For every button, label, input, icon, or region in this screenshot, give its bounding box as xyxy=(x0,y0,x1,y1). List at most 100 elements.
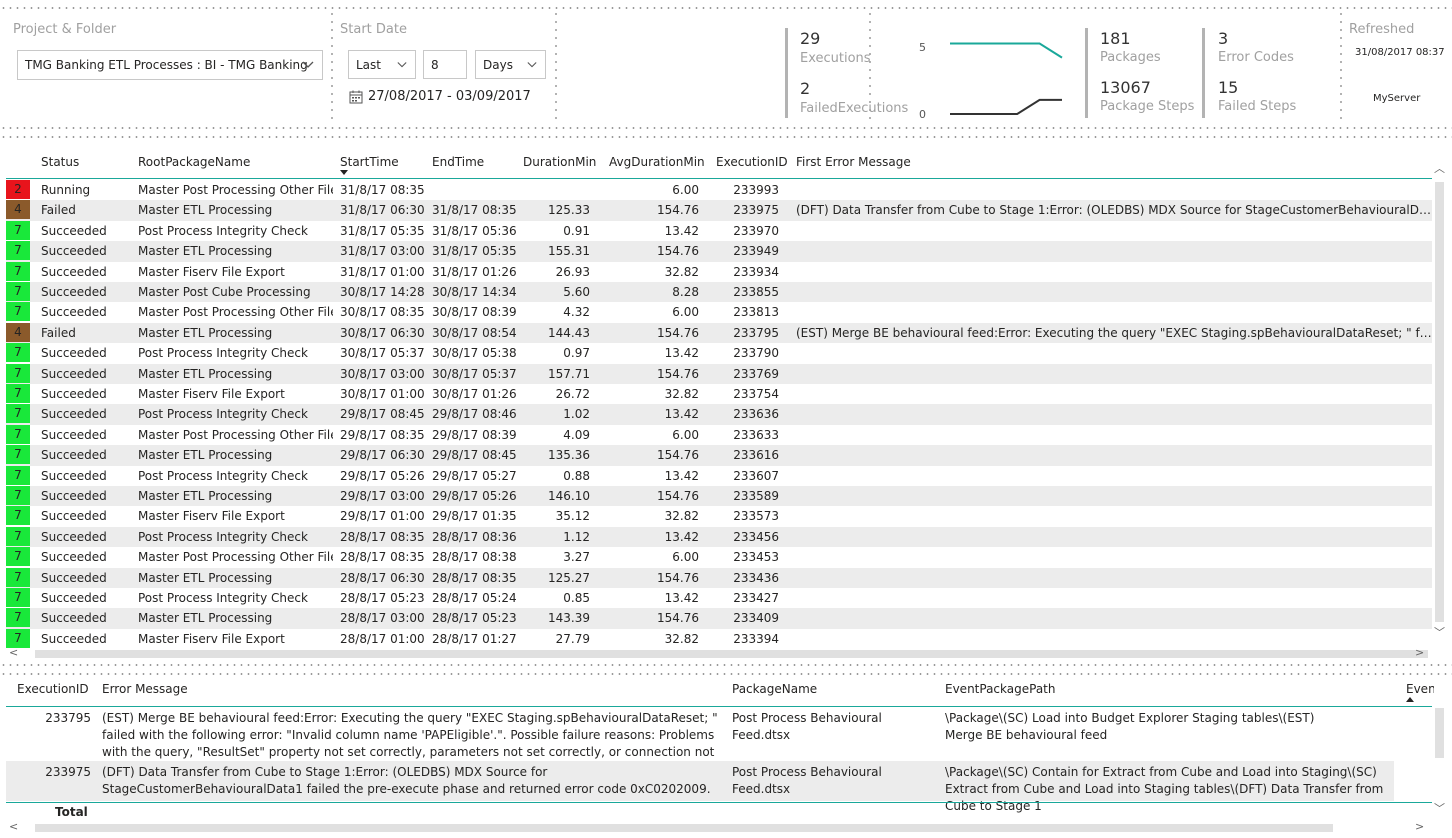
col-header-status[interactable]: Status xyxy=(41,155,79,169)
relative-count-input[interactable]: 8 xyxy=(423,50,467,79)
table-row[interactable]: 7 Succeeded Master Post Processing Other F… xyxy=(6,424,1432,445)
table-row[interactable]: 7 Succeeded Master Post Processing Other F… xyxy=(6,302,1432,322)
table-row[interactable]: 7 Succeeded Master ETL Processing 28/8/17 0… xyxy=(6,567,1432,588)
chevron-down-icon xyxy=(397,61,407,67)
col-header-error-message[interactable]: Error Message xyxy=(102,682,188,696)
relative-mode-value: Last xyxy=(356,57,381,72)
cell-first-error xyxy=(796,282,1432,302)
chevron-down-icon xyxy=(302,61,314,68)
table-row[interactable]: 7 Succeeded Master Fiserv File Export 30/8/… xyxy=(6,384,1432,404)
spark-top-tick: 5 xyxy=(919,41,926,54)
table-row[interactable]: 7 Succeeded Master ETL Processing 28/8/17 0… xyxy=(6,608,1432,629)
col-header-end-time[interactable]: EndTime xyxy=(432,155,484,169)
cell-event-package-path: \Package\(SC) Contain for Extract from C… xyxy=(945,765,1384,813)
scroll-down-icon[interactable]: ﹀ xyxy=(1434,800,1445,816)
horizontal-scrollbar[interactable] xyxy=(35,650,1428,658)
cell-duration xyxy=(516,180,590,200)
cell-execution-id: 233409 xyxy=(733,611,779,626)
col-header-execution-id[interactable]: ExecutionID xyxy=(17,682,89,696)
table-row[interactable]: 7 Succeeded Post Process Integrity Check 28… xyxy=(6,588,1432,608)
table-row[interactable]: 4 Failed Master ETL Processing 31/8/17 06:3… xyxy=(6,200,1432,221)
table-row[interactable]: 7 Succeeded Master ETL Processing 29/8/17 0… xyxy=(6,445,1432,466)
cell-execution-id: 233790 xyxy=(733,346,779,361)
chevron-down-icon xyxy=(527,61,537,67)
cell-start-time: 28/8/17 05:23 xyxy=(340,591,425,605)
table-row[interactable]: 4 Failed Master ETL Processing 30/8/17 06:3… xyxy=(6,322,1432,344)
vertical-scrollbar[interactable] xyxy=(1435,182,1444,622)
cell-first-error xyxy=(796,547,1432,567)
col-header-duration[interactable]: DurationMin xyxy=(523,155,596,169)
failed-steps-label: Failed Steps xyxy=(1218,99,1297,114)
col-header-execution-id[interactable]: ExecutionID xyxy=(716,155,788,169)
col-header-first-error[interactable]: First Error Message xyxy=(796,155,911,169)
cell-duration: 143.39 xyxy=(548,611,590,626)
scroll-up-icon[interactable]: ︿ xyxy=(1434,160,1445,176)
relative-mode-dropdown[interactable]: Last xyxy=(348,50,416,79)
table-row[interactable]: 7 Succeeded Post Process Integrity Check 30… xyxy=(6,343,1432,363)
cell-status: Succeeded xyxy=(41,366,107,381)
cell-duration: 26.93 xyxy=(555,264,590,279)
cell-execution-id: 233607 xyxy=(733,468,779,483)
cell-end-time: 28/8/17 05:23 xyxy=(432,611,517,626)
table-row[interactable]: 233795 (EST) Merge BE behavioural feed:E… xyxy=(6,708,1394,776)
cell-status: Succeeded xyxy=(41,264,107,279)
cell-status: Succeeded xyxy=(41,407,107,422)
status-code-badge: 7 xyxy=(6,282,30,301)
table-row[interactable]: 7 Succeeded Post Process Integrity Check 31… xyxy=(6,220,1432,241)
cell-status: Succeeded xyxy=(41,468,107,483)
col-header-event-package-path[interactable]: EventPackagePath xyxy=(945,682,1055,696)
cell-execution-id: 233589 xyxy=(733,489,779,503)
cell-avg-duration: 6.00 xyxy=(672,550,699,565)
table-row[interactable]: 7 Succeeded Post Process Integrity Check 29… xyxy=(6,465,1432,486)
table-row[interactable]: 7 Succeeded Master ETL Processing 29/8/17 0… xyxy=(6,486,1432,507)
cell-end-time: 31/8/17 05:35 xyxy=(432,244,517,259)
col-header-root-package[interactable]: RootPackageName xyxy=(138,155,250,169)
scroll-right-icon[interactable]: > xyxy=(1415,820,1424,833)
scroll-left-icon[interactable]: < xyxy=(9,646,18,659)
status-code-badge: 7 xyxy=(6,404,30,424)
col-header-event[interactable]: Event xyxy=(1406,682,1434,696)
cell-start-time: 28/8/17 08:35 xyxy=(340,550,425,565)
scroll-right-icon[interactable]: > xyxy=(1415,646,1424,659)
table-row[interactable]: 7 Succeeded Post Process Integrity Check 28… xyxy=(6,526,1432,548)
cell-duration: 0.85 xyxy=(563,591,590,605)
cell-duration: 4.32 xyxy=(563,305,590,320)
cell-root-package: Master Post Cube Processing xyxy=(138,285,311,299)
table-row[interactable]: 7 Succeeded Master Fiserv File Export 31/8/… xyxy=(6,261,1432,282)
scroll-left-icon[interactable]: < xyxy=(9,820,18,833)
cell-start-time: 28/8/17 01:00 xyxy=(340,631,425,646)
col-header-package-name[interactable]: PackageName xyxy=(732,682,817,696)
cell-first-error xyxy=(796,343,1432,363)
cell-first-error xyxy=(796,486,1432,506)
horizontal-scrollbar[interactable] xyxy=(35,824,1333,832)
cell-error-message: (DFT) Data Transfer from Cube to Stage 1… xyxy=(102,765,711,796)
cell-avg-duration: 154.76 xyxy=(657,366,699,381)
table-row[interactable]: 7 Succeeded Master Post Cube Processing 30/… xyxy=(6,282,1432,303)
table-row[interactable]: 2 Running Master Post Processing Other Fil… xyxy=(6,180,1432,200)
cell-duration: 0.88 xyxy=(563,468,590,483)
table-row[interactable]: 7 Succeeded Master ETL Processing 30/8/17 0… xyxy=(6,363,1432,384)
col-header-avg-duration[interactable]: AvgDurationMin xyxy=(609,155,705,169)
table-row[interactable]: 7 Succeeded Master Post Processing Other F… xyxy=(6,547,1432,567)
table-row[interactable]: 7 Succeeded Master ETL Processing 31/8/17 0… xyxy=(6,241,1432,262)
cell-end-time: 30/8/17 01:26 xyxy=(432,387,517,401)
date-range-display[interactable]: 27/08/2017 - 03/09/2017 xyxy=(349,89,531,104)
cell-end-time: 29/8/17 08:39 xyxy=(432,427,517,442)
relative-unit-dropdown[interactable]: Days xyxy=(475,50,546,79)
package-steps-value: 13067 xyxy=(1100,78,1151,97)
cell-status: Succeeded xyxy=(41,244,107,259)
col-header-start-time[interactable]: StartTime xyxy=(340,155,399,169)
table-row[interactable]: 7 Succeeded Post Process Integrity Check 29… xyxy=(6,404,1432,425)
project-folder-dropdown[interactable]: TMG Banking ETL Processes : BI - TMG Ban… xyxy=(17,50,323,80)
table-row[interactable]: 233975 (DFT) Data Transfer from Cube to … xyxy=(6,761,1394,813)
cell-root-package: Master ETL Processing xyxy=(138,244,273,259)
visual-border xyxy=(0,664,1452,666)
scroll-down-icon[interactable]: ﹀ xyxy=(1434,624,1445,640)
failed-series-line xyxy=(950,98,1062,115)
table-row[interactable]: 7 Succeeded Master Fiserv File Export 28/8/… xyxy=(6,628,1432,649)
cell-package-name: Post Process Behavioural Feed.dtsx xyxy=(732,765,882,796)
cell-status: Succeeded xyxy=(41,529,107,544)
table-row[interactable]: 7 Succeeded Master Fiserv File Export 29/8/… xyxy=(6,506,1432,526)
vertical-scrollbar[interactable] xyxy=(1435,708,1444,758)
cell-first-error xyxy=(796,384,1432,404)
